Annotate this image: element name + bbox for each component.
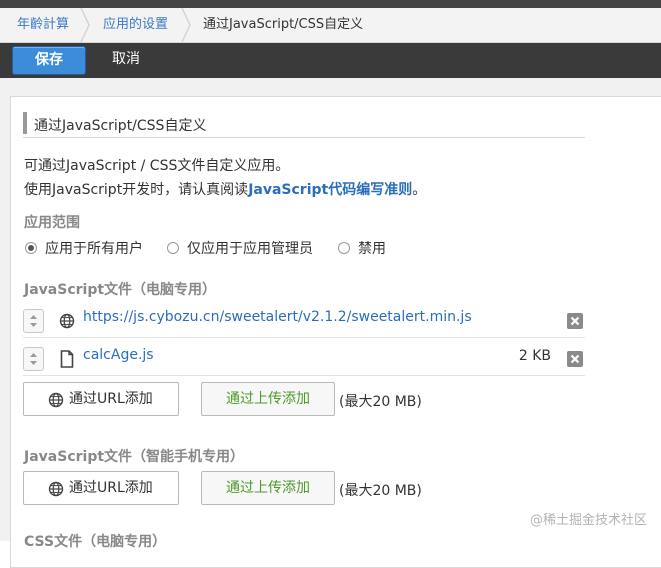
- breadcrumb-item-current: 通过JavaScript/CSS自定义: [203, 17, 364, 32]
- file-icon: [60, 350, 74, 368]
- reorder-handle[interactable]: [23, 347, 44, 371]
- upload-button-mobile[interactable]: 通过上传添加: [201, 471, 335, 505]
- globe-icon: [59, 313, 75, 329]
- js-mobile-label: JavaScript文件（智能手机专用）: [24, 449, 245, 465]
- description-suffix: 。: [412, 182, 427, 198]
- description-line-2: 使用JavaScript开发时，请认真阅读JavaScript代码编写准则。: [24, 179, 426, 199]
- add-by-url-label: 通过URL添加: [69, 480, 153, 496]
- add-by-url-label: 通过URL添加: [69, 391, 153, 407]
- max-size-text-mobile: (最大20 MB): [339, 483, 422, 499]
- add-by-url-button-mobile[interactable]: 通过URL添加: [23, 471, 179, 505]
- breadcrumb-separator-icon: [181, 8, 191, 42]
- top-strip: [0, 0, 661, 8]
- breadcrumb-item-settings[interactable]: 应用的设置: [103, 8, 168, 42]
- delete-file-button[interactable]: [567, 351, 583, 367]
- file-row-url: https://js.cybozu.cn/sweetalert/v2.1.2/s…: [23, 303, 585, 338]
- section-title-bar: [23, 112, 27, 134]
- js-pc-label: JavaScript文件（电脑专用）: [24, 282, 217, 298]
- cancel-button[interactable]: 取消: [112, 46, 140, 73]
- close-icon: [570, 354, 580, 364]
- breadcrumb: 年齡計算 应用的设置 通过JavaScript/CSS自定义: [0, 8, 661, 43]
- section-divider: [23, 137, 585, 138]
- description-line-1: 可通过JavaScript / CSS文件自定义应用。: [24, 158, 290, 174]
- file-name-link[interactable]: calcAge.js: [83, 347, 154, 363]
- max-size-text: (最大20 MB): [339, 394, 422, 410]
- section-title: 通过JavaScript/CSS自定义: [34, 118, 207, 134]
- delete-file-button[interactable]: [567, 313, 583, 329]
- save-button[interactable]: 保存: [12, 46, 86, 75]
- sort-arrows-icon: [30, 315, 37, 327]
- scope-option-admins[interactable]: 仅应用于应用管理员: [187, 238, 313, 258]
- upload-button[interactable]: 通过上传添加: [201, 382, 335, 416]
- scope-radio-all-users[interactable]: [25, 242, 37, 254]
- globe-icon: [48, 392, 64, 408]
- add-by-url-button[interactable]: 通过URL添加: [23, 382, 179, 416]
- scope-radio-disable[interactable]: [338, 242, 350, 254]
- file-size: 2 KB: [518, 348, 551, 364]
- description-prefix: 使用JavaScript开发时，请认真阅读: [24, 182, 249, 198]
- scope-label: 应用范围: [24, 215, 80, 231]
- breadcrumb-item-app[interactable]: 年齡計算: [17, 8, 69, 42]
- breadcrumb-separator-icon: [80, 8, 90, 42]
- globe-icon: [48, 481, 64, 497]
- scope-radio-admins[interactable]: [167, 242, 179, 254]
- toolbar: 保存 取消: [0, 43, 661, 78]
- file-url-link[interactable]: https://js.cybozu.cn/sweetalert/v2.1.2/s…: [83, 309, 472, 325]
- close-icon: [570, 316, 580, 326]
- sort-arrows-icon: [30, 353, 37, 365]
- css-pc-label: CSS文件（电脑专用）: [24, 534, 167, 550]
- watermark: @稀土掘金技术社区: [529, 513, 647, 528]
- scope-option-disable[interactable]: 禁用: [358, 238, 386, 258]
- reorder-handle[interactable]: [23, 309, 44, 333]
- coding-guidelines-link[interactable]: JavaScript代码编写准则: [248, 182, 412, 198]
- scope-option-all-users[interactable]: 应用于所有用户: [45, 238, 143, 258]
- file-row-upload: calcAge.js 2 KB: [23, 341, 585, 376]
